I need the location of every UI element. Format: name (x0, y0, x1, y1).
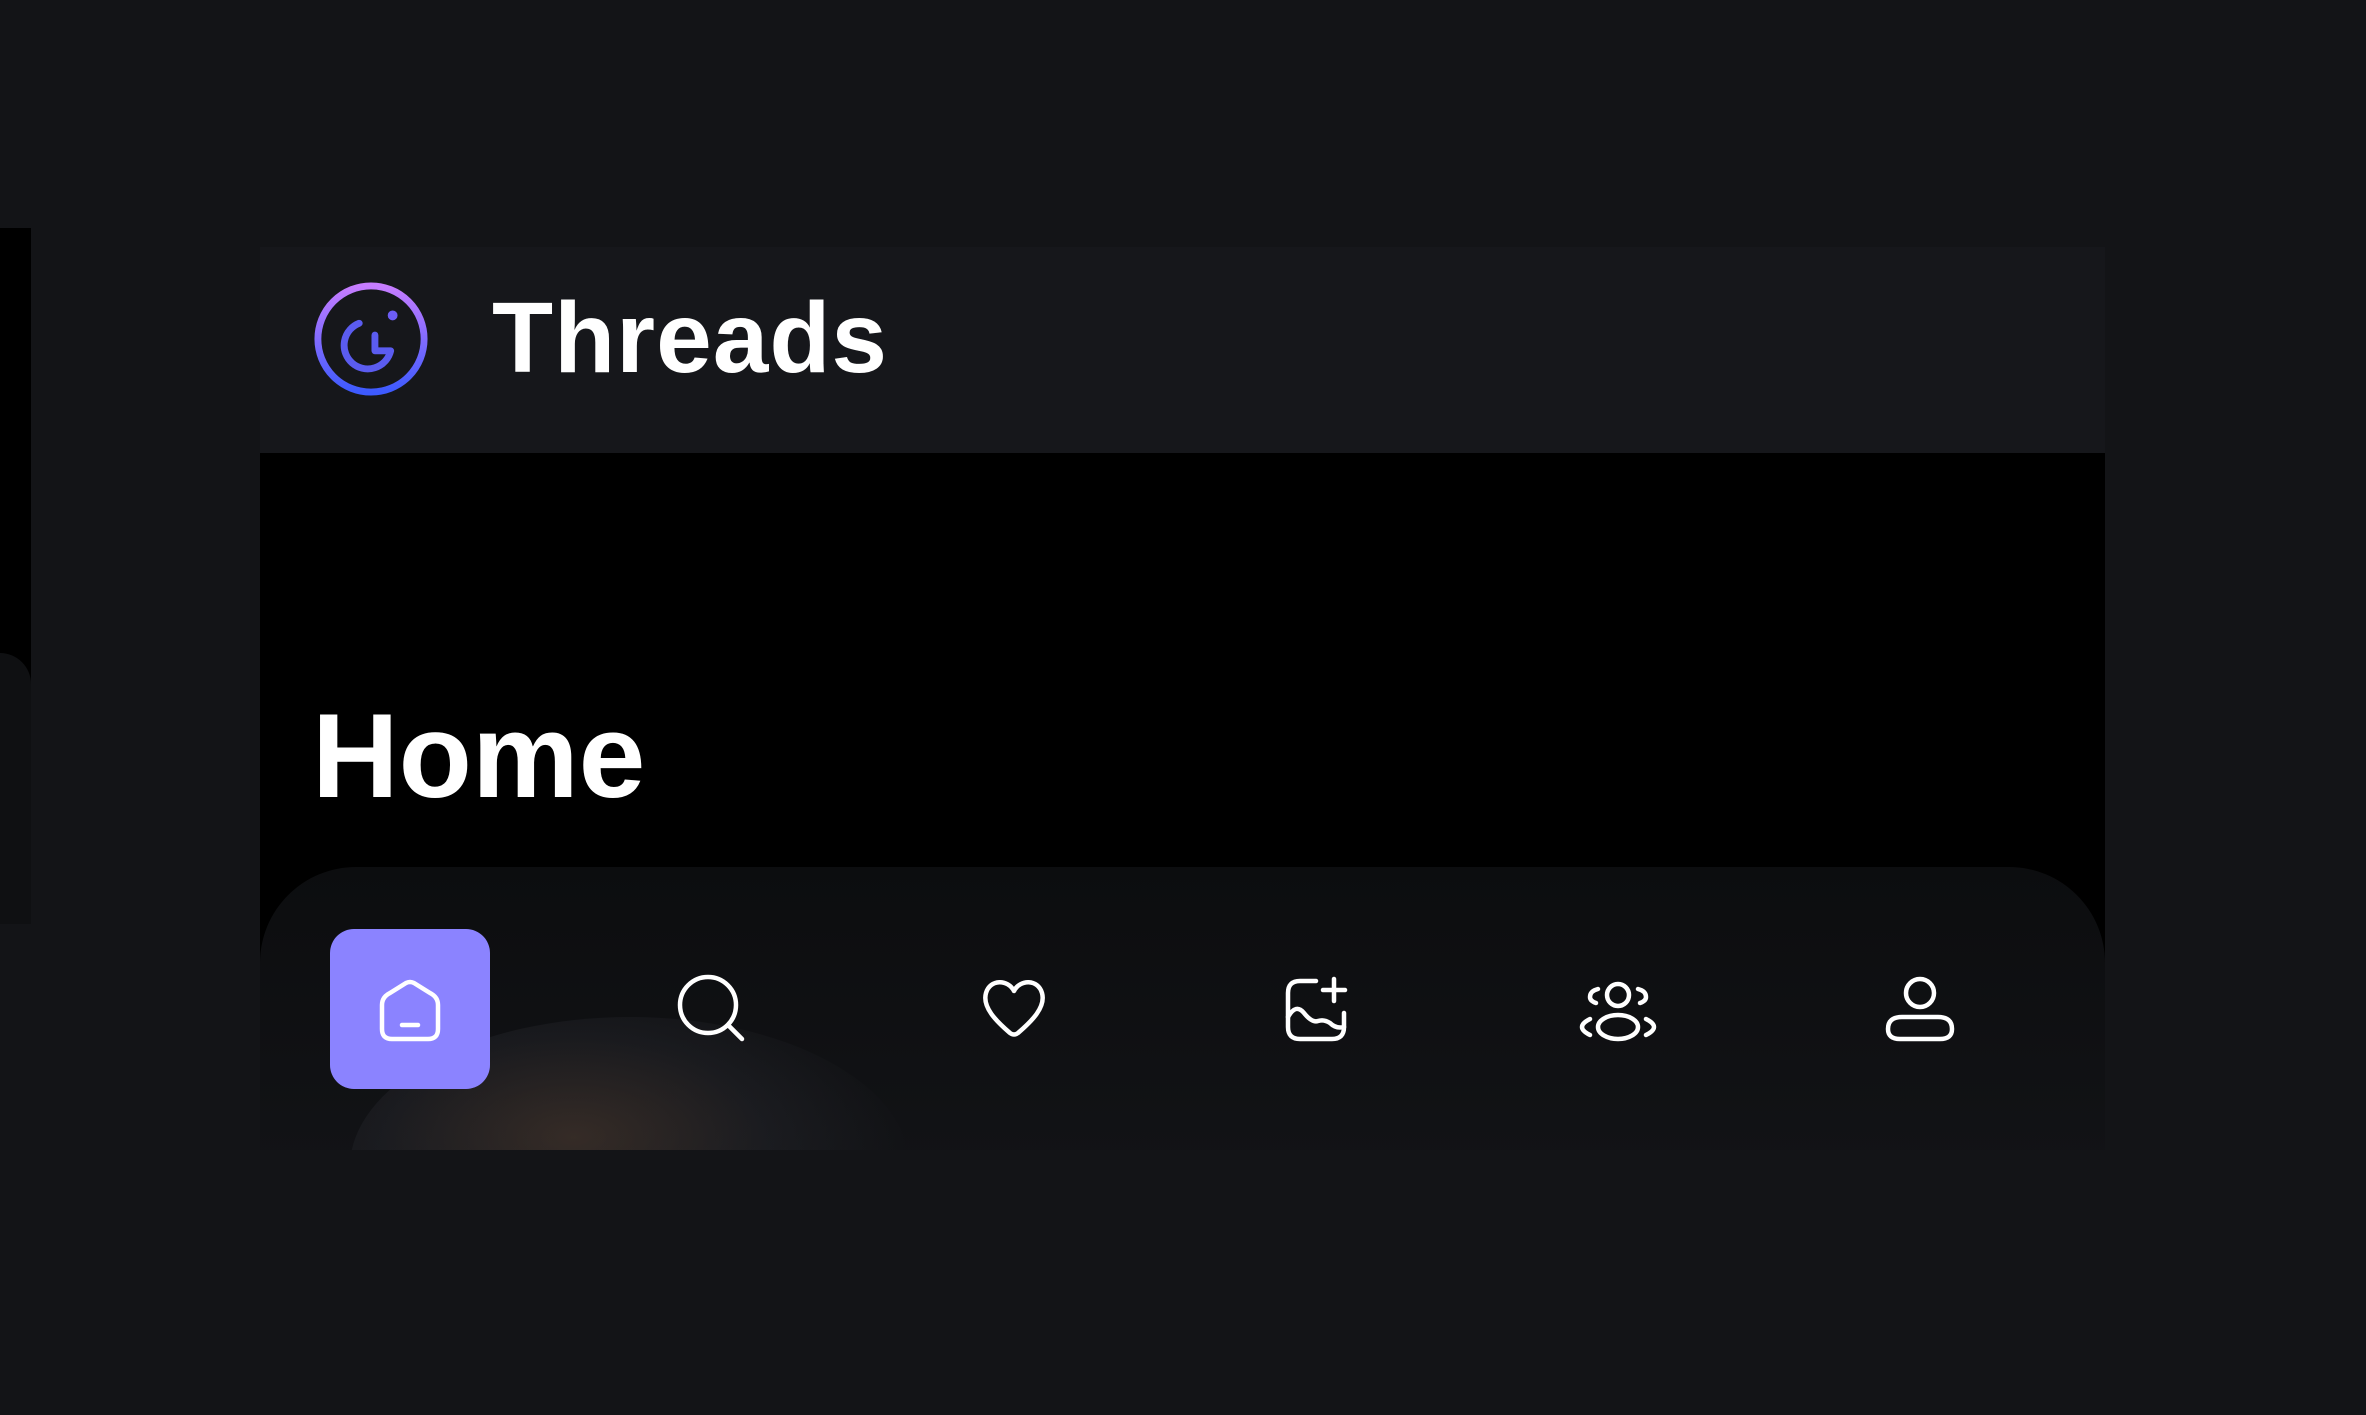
threads-logo-icon[interactable] (312, 280, 430, 398)
app-header: Threads (260, 247, 2105, 453)
tab-community[interactable] (1538, 929, 1698, 1089)
heart-icon (983, 980, 1045, 1037)
tab-create[interactable] (1236, 929, 1396, 1089)
add-image-icon (1285, 976, 1348, 1042)
screen: Threads Home (0, 0, 2366, 1415)
app-window: Threads Home (260, 247, 2105, 1150)
search-icon (677, 974, 745, 1042)
app-title: Threads (492, 282, 889, 394)
adjacent-panel-edge (0, 228, 31, 924)
tab-home[interactable] (330, 929, 490, 1089)
profile-icon (1885, 976, 1955, 1042)
home-icon (379, 979, 441, 1042)
page-title: Home (312, 689, 646, 823)
bottom-tab-bar (260, 867, 2105, 1150)
tab-search[interactable] (632, 929, 792, 1089)
tab-profile[interactable] (1840, 929, 2000, 1089)
tab-activity[interactable] (934, 929, 1094, 1089)
people-icon (1579, 981, 1657, 1042)
